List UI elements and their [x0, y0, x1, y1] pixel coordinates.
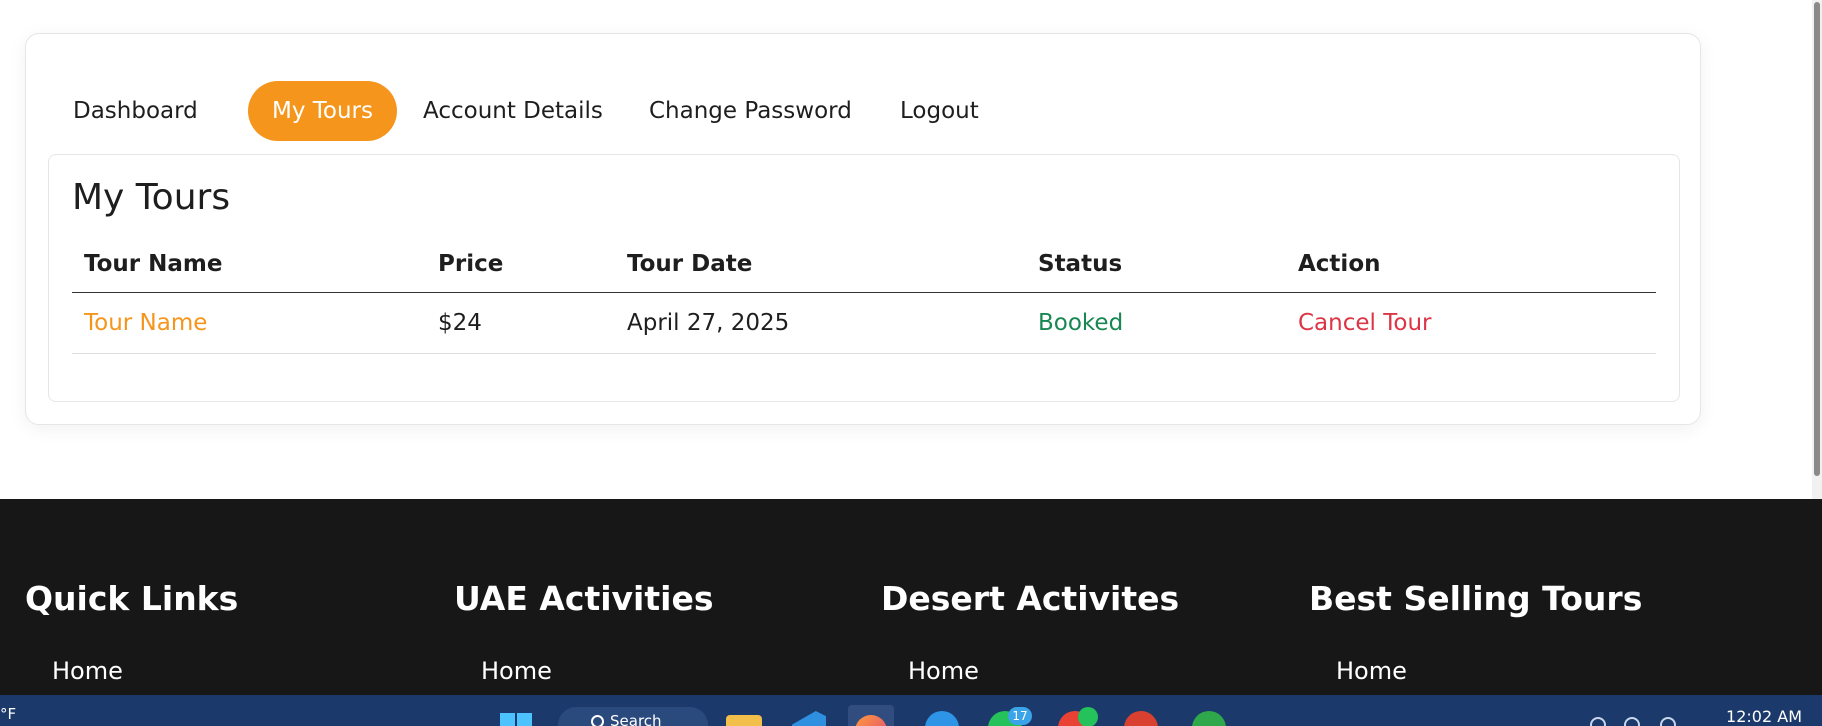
tab-logout[interactable]: Logout: [876, 81, 1003, 141]
status-badge: Booked: [1038, 310, 1124, 336]
column-header-tour-name: Tour Name: [84, 251, 223, 277]
firefox-icon: [855, 715, 887, 726]
status-dot-icon: [1078, 707, 1098, 726]
footer-column-best-selling-tours: Best Selling Tours Home: [1309, 579, 1643, 685]
tab-my-tours[interactable]: My Tours: [248, 81, 397, 141]
table-row: Tour Name $24 April 27, 2025 Booked Canc…: [72, 293, 1656, 354]
tour-date: April 27, 2025: [627, 310, 790, 336]
tab-change-password[interactable]: Change Password: [625, 81, 876, 141]
column-header-action: Action: [1298, 251, 1381, 277]
table-header-row: Tour Name Price Tour Date Status Action: [72, 235, 1656, 293]
column-header-tour-date: Tour Date: [627, 251, 753, 277]
cloud-app-icon[interactable]: [925, 711, 959, 726]
footer-link-home[interactable]: Home: [908, 657, 979, 685]
account-card: Dashboard My Tours Account Details Chang…: [25, 33, 1701, 425]
footer-heading: Best Selling Tours: [1309, 579, 1643, 618]
file-explorer-icon[interactable]: [726, 715, 762, 726]
taskbar-search[interactable]: Search: [558, 707, 708, 726]
taskbar-search-label: Search: [610, 712, 662, 726]
footer-heading: Desert Activites: [881, 579, 1180, 618]
tab-dashboard[interactable]: Dashboard: [49, 81, 222, 141]
footer-link-home[interactable]: Home: [481, 657, 552, 685]
footer-column-desert-activities: Desert Activites Home: [881, 579, 1180, 685]
network-icon[interactable]: [1590, 717, 1606, 726]
search-icon: [591, 715, 604, 726]
windows-taskbar: °F Search 17 12:02 AM: [0, 695, 1822, 726]
weather-widget[interactable]: °F: [0, 705, 16, 723]
tour-price: $24: [438, 310, 482, 336]
column-header-status: Status: [1038, 251, 1123, 277]
footer-column-uae-activities: UAE Activities Home: [454, 579, 714, 685]
account-nav: Dashboard My Tours Account Details Chang…: [49, 57, 1655, 167]
notification-badge: 17: [1008, 707, 1032, 725]
chrome-profile-icon[interactable]: [1124, 711, 1158, 726]
my-tours-panel: My Tours Tour Name Price Tour Date Statu…: [48, 154, 1680, 402]
taskbar-clock[interactable]: 12:02 AM: [1726, 707, 1802, 726]
footer-heading: Quick Links: [25, 579, 239, 618]
windows-start-icon[interactable]: [500, 713, 534, 726]
battery-icon[interactable]: [1660, 717, 1676, 726]
volume-icon[interactable]: [1624, 717, 1640, 726]
app-icon[interactable]: [1192, 711, 1226, 726]
cancel-tour-link[interactable]: Cancel Tour: [1298, 293, 1431, 354]
footer-heading: UAE Activities: [454, 579, 714, 618]
tour-name-link[interactable]: Tour Name: [84, 293, 207, 354]
page-title: My Tours: [72, 177, 231, 218]
footer-link-home[interactable]: Home: [1336, 657, 1407, 685]
scrollbar-thumb[interactable]: [1814, 2, 1820, 476]
tours-table: Tour Name Price Tour Date Status Action …: [72, 235, 1656, 354]
footer-link-home[interactable]: Home: [52, 657, 123, 685]
site-footer: Quick Links Home UAE Activities Home Des…: [0, 499, 1822, 695]
tab-account-details[interactable]: Account Details: [399, 81, 627, 141]
active-app-tile[interactable]: [848, 705, 894, 726]
vscode-icon[interactable]: [792, 711, 826, 726]
footer-column-quick-links: Quick Links Home: [25, 579, 239, 685]
column-header-price: Price: [438, 251, 504, 277]
